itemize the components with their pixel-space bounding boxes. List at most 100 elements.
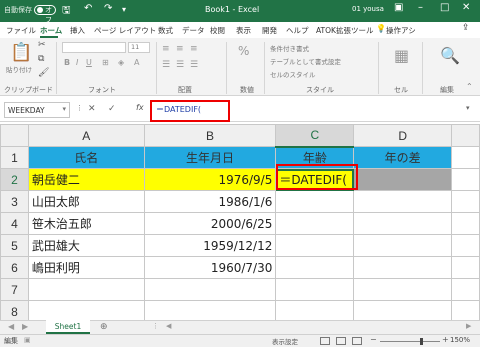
name-cell[interactable]: 山田太郎: [27, 190, 145, 213]
row-header[interactable]: 6: [0, 256, 29, 279]
tab-tell-me[interactable]: 操作アシ: [386, 25, 416, 36]
share-icon[interactable]: ⇪: [462, 23, 470, 33]
collapse-ribbon-icon[interactable]: ⌃: [466, 82, 473, 91]
font-name-box[interactable]: [62, 42, 126, 53]
prev-sheet-icon[interactable]: ◀: [8, 322, 14, 331]
header-cell-diff[interactable]: 年の差: [353, 146, 453, 169]
birth-cell[interactable]: 2000/6/25: [143, 212, 277, 235]
empty-cell[interactable]: [451, 146, 480, 169]
header-cell-name[interactable]: 氏名: [27, 146, 145, 169]
empty-cell[interactable]: [451, 190, 480, 213]
scroll-left-icon[interactable]: ◀: [166, 322, 171, 330]
select-all-corner[interactable]: [0, 124, 29, 147]
diff-cell[interactable]: [353, 212, 453, 235]
tab-page-layout[interactable]: ページ レイアウト: [94, 25, 156, 36]
sheet-tab-sheet1[interactable]: Sheet1: [46, 320, 90, 334]
ribbon-display-icon[interactable]: ▣: [394, 2, 403, 13]
diff-cell[interactable]: [353, 256, 453, 279]
align-right-icon[interactable]: ☰: [190, 60, 198, 70]
save-icon[interactable]: 🖫: [62, 3, 71, 20]
autosave-toggle[interactable]: オフ: [34, 5, 56, 24]
column-header-b[interactable]: B: [143, 124, 277, 147]
number-format-icon[interactable]: %: [238, 44, 249, 58]
diff-cell[interactable]: [353, 190, 453, 213]
age-cell[interactable]: [275, 190, 355, 213]
birth-cell[interactable]: 1960/7/30: [143, 256, 277, 279]
age-cell[interactable]: [275, 256, 355, 279]
name-cell[interactable]: 笹木治五郎: [27, 212, 145, 235]
header-cell-birth[interactable]: 生年月日: [143, 146, 277, 169]
tab-home[interactable]: ホーム: [40, 25, 62, 36]
age-cell[interactable]: [275, 234, 355, 257]
cut-icon[interactable]: ✂: [38, 40, 46, 50]
birth-cell[interactable]: 1959/12/12: [143, 234, 277, 257]
paste-label[interactable]: 貼り付け: [6, 64, 32, 74]
formula-input[interactable]: ＝DATEDIF(: [156, 104, 201, 115]
tab-data[interactable]: データ: [182, 25, 205, 36]
zoom-level[interactable]: 150%: [450, 336, 470, 344]
birth-cell[interactable]: 1986/1/6: [143, 190, 277, 213]
column-header-e[interactable]: [451, 124, 480, 147]
minimize-icon[interactable]: –: [418, 2, 423, 13]
align-top-icon[interactable]: ≡: [162, 44, 170, 54]
empty-cell[interactable]: [451, 278, 480, 301]
maximize-icon[interactable]: □: [440, 2, 449, 13]
add-sheet-icon[interactable]: ⊕: [100, 322, 108, 332]
display-settings[interactable]: 表示設定: [272, 336, 298, 346]
insert-function-icon[interactable]: fx: [136, 103, 144, 112]
align-middle-icon[interactable]: ≡: [176, 44, 184, 54]
diff-cell[interactable]: [353, 234, 453, 257]
page-break-view-icon[interactable]: [352, 337, 362, 345]
enter-formula-icon[interactable]: ✓: [108, 104, 116, 114]
empty-cell[interactable]: [451, 212, 480, 235]
fill-color-icon[interactable]: ◈: [118, 58, 124, 67]
next-sheet-icon[interactable]: ▶: [22, 322, 28, 331]
tab-insert[interactable]: 挿入: [70, 25, 85, 36]
tab-file[interactable]: ファイル: [6, 25, 36, 36]
empty-cell[interactable]: [143, 278, 277, 301]
name-cell[interactable]: 朝岳健二: [27, 168, 145, 191]
empty-cell[interactable]: [451, 256, 480, 279]
row-header[interactable]: 2: [0, 168, 29, 191]
bold-icon[interactable]: B: [64, 58, 70, 67]
zoom-out-icon[interactable]: −: [370, 335, 377, 344]
empty-cell[interactable]: [451, 234, 480, 257]
close-icon[interactable]: ✕: [462, 2, 470, 13]
tab-review[interactable]: 校閲: [210, 25, 225, 36]
empty-cell[interactable]: [353, 278, 453, 301]
diff-cell[interactable]: [353, 168, 453, 191]
zoom-slider[interactable]: [380, 341, 440, 342]
normal-view-icon[interactable]: [320, 337, 330, 345]
tab-view[interactable]: 表示: [236, 25, 251, 36]
empty-cell[interactable]: [27, 278, 145, 301]
row-header[interactable]: 3: [0, 190, 29, 213]
age-cell[interactable]: [275, 212, 355, 235]
redo-icon[interactable]: ↷: [104, 3, 112, 14]
format-painter-icon[interactable]: 🖌: [38, 68, 49, 78]
zoom-slider-handle[interactable]: [420, 338, 423, 345]
tab-developer[interactable]: 開発: [262, 25, 277, 36]
name-cell[interactable]: 武田雄大: [27, 234, 145, 257]
expand-formula-bar-icon[interactable]: ▾: [466, 104, 470, 112]
font-size-box[interactable]: 11: [128, 42, 150, 53]
page-layout-view-icon[interactable]: [336, 337, 346, 345]
conditional-formatting-button[interactable]: 条件付き書式: [270, 43, 309, 53]
empty-cell[interactable]: [275, 278, 355, 301]
tab-formulas[interactable]: 数式: [158, 25, 173, 36]
cell-styles-button[interactable]: セルのスタイル: [270, 69, 316, 79]
empty-cell[interactable]: [451, 168, 480, 191]
zoom-in-icon[interactable]: +: [442, 335, 449, 344]
row-header[interactable]: 5: [0, 234, 29, 257]
font-color-icon[interactable]: A: [134, 58, 139, 67]
align-bottom-icon[interactable]: ≡: [190, 44, 198, 54]
user-name[interactable]: 01 yousa: [352, 5, 384, 13]
scroll-right-icon[interactable]: ▶: [466, 322, 471, 330]
cancel-formula-icon[interactable]: ✕: [88, 104, 96, 114]
paste-icon[interactable]: 📋: [10, 42, 32, 63]
row-header[interactable]: 4: [0, 212, 29, 235]
editing-search-icon[interactable]: 🔍: [440, 46, 460, 65]
italic-icon[interactable]: I: [76, 58, 78, 67]
cells-icon[interactable]: ▦: [394, 46, 409, 65]
macro-record-icon[interactable]: ▣: [24, 336, 31, 344]
name-cell[interactable]: 嶋田利明: [27, 256, 145, 279]
